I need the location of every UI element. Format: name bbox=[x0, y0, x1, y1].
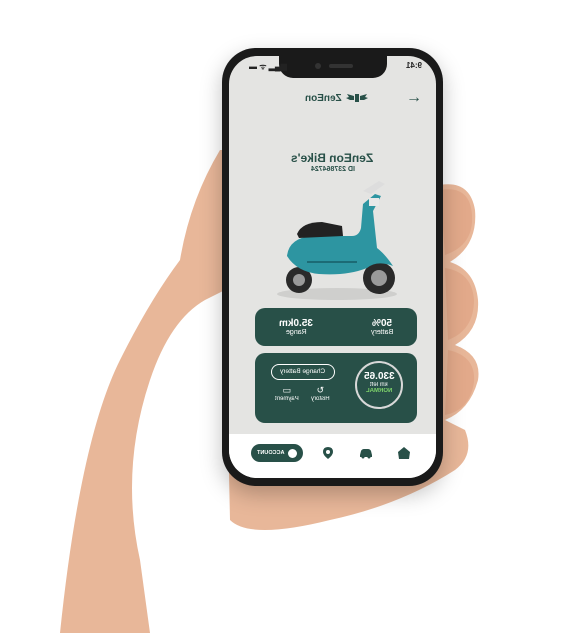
status-icons: ▬ ᯤ ▂▄▆ bbox=[249, 62, 287, 71]
brand-name: ZenEon bbox=[305, 92, 342, 104]
history-icon: ↺ bbox=[316, 385, 325, 395]
bike-title: ZenEon Bike's ID 237864724 bbox=[229, 151, 436, 173]
bottom-nav: ACCOUNT bbox=[229, 434, 436, 478]
top-bar: ZenEon → bbox=[229, 86, 436, 114]
location-pin-icon[interactable] bbox=[321, 446, 335, 460]
wing-logo-icon bbox=[345, 94, 368, 102]
bike-name: ZenEon Bike's bbox=[291, 151, 374, 165]
payment-button[interactable]: ▭ Payment bbox=[275, 385, 299, 402]
phone-frame: ▬ ᯤ ▂▄▆ 9:41 ZenEon → ZenEon Bike's ID 2… bbox=[222, 48, 443, 486]
app-screen: ▬ ᯤ ▂▄▆ 9:41 ZenEon → ZenEon Bike's ID 2… bbox=[229, 56, 436, 478]
home-icon[interactable] bbox=[397, 446, 411, 460]
car-icon[interactable] bbox=[359, 446, 373, 460]
stats-card: 35.0km Range 50% Battery bbox=[255, 308, 417, 346]
arrow-icon[interactable]: → bbox=[406, 89, 422, 107]
phone-notch bbox=[279, 56, 387, 78]
speaker-icon bbox=[329, 64, 353, 68]
battery-panel: Change Battery ↺ History ▭ Payment 330.6… bbox=[255, 353, 417, 423]
wallet-icon: ▭ bbox=[282, 385, 292, 395]
user-icon bbox=[287, 448, 297, 458]
range-stat: 35.0km Range bbox=[279, 318, 313, 336]
status-time: 9:41 bbox=[405, 61, 422, 70]
history-button[interactable]: ↺ History bbox=[311, 385, 330, 402]
brand-logo: ZenEon bbox=[305, 92, 368, 104]
camera-icon bbox=[315, 63, 321, 69]
range-gauge: 330.65 km left NORMAL bbox=[355, 361, 403, 409]
bike-id: ID 237864724 bbox=[310, 166, 355, 173]
change-battery-button[interactable]: Change Battery bbox=[271, 364, 335, 380]
scooter-image bbox=[277, 181, 397, 300]
battery-stat: 50% Battery bbox=[370, 318, 393, 336]
account-nav-button[interactable]: ACCOUNT bbox=[251, 444, 303, 462]
